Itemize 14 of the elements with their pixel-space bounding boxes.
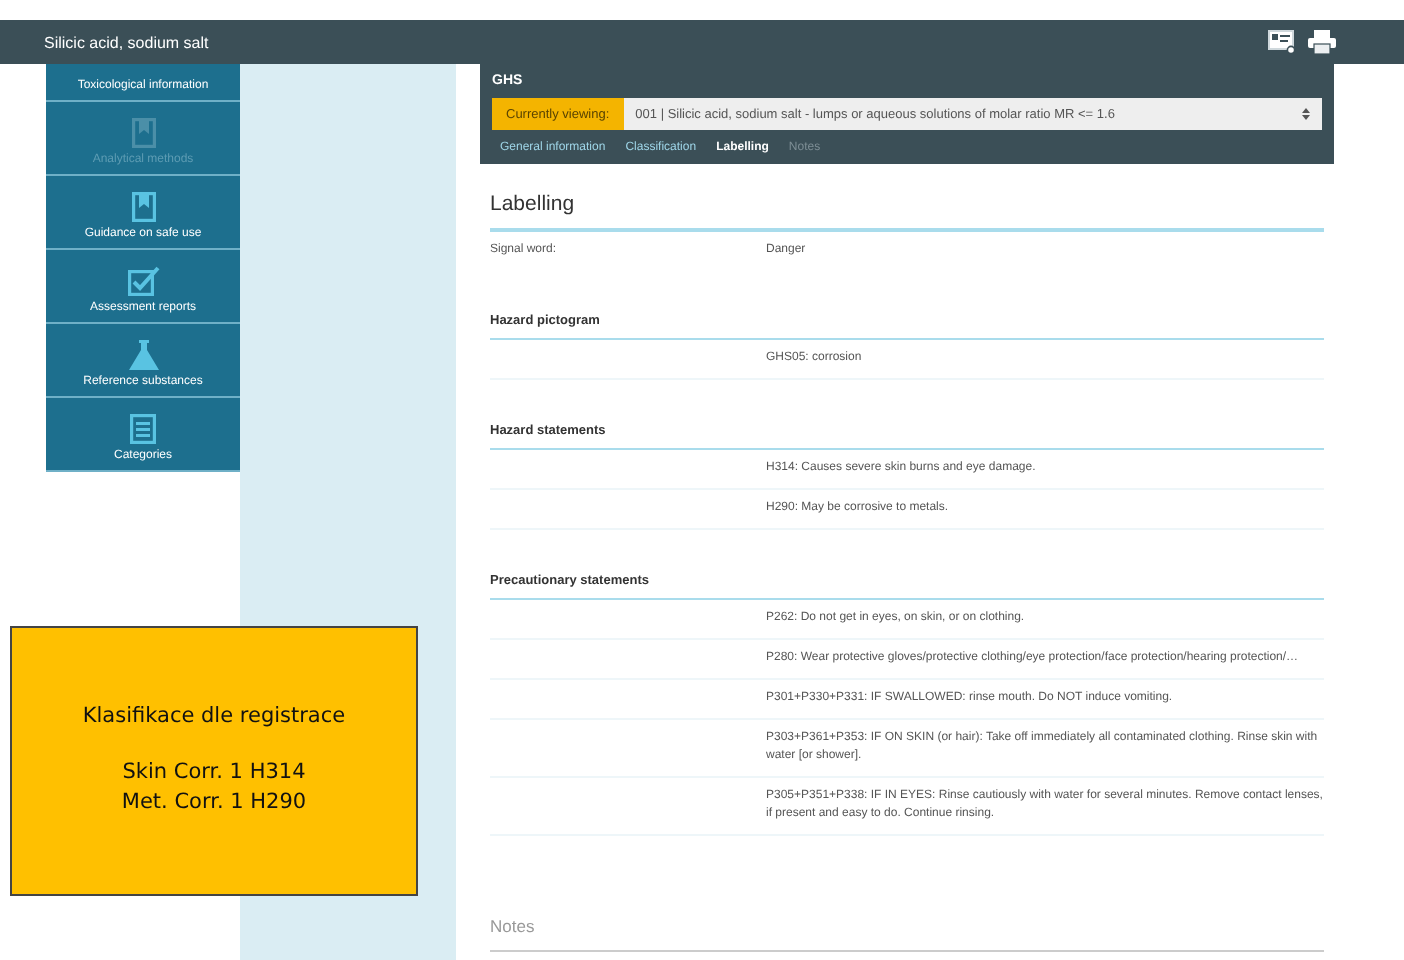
- substance-title: Silicic acid, sodium salt: [44, 33, 209, 51]
- bookmark-icon: [131, 118, 155, 148]
- printer-icon[interactable]: [1308, 30, 1336, 54]
- bookmark-icon: [131, 192, 155, 222]
- checkbox-icon: [127, 266, 159, 296]
- list-icon: [130, 414, 156, 444]
- id-card-icon[interactable]: [1268, 30, 1296, 54]
- note-title: Klasifikace dle registrace: [82, 701, 346, 732]
- sort-arrows-icon: [1302, 108, 1310, 120]
- note-line: Met. Corr. 1 H290: [121, 788, 307, 819]
- notes-heading: Notes: [490, 916, 537, 936]
- section-heading: Labelling: [490, 192, 577, 216]
- note-line: Skin Corr. 1 H314: [122, 757, 306, 788]
- flask-icon: [127, 340, 159, 370]
